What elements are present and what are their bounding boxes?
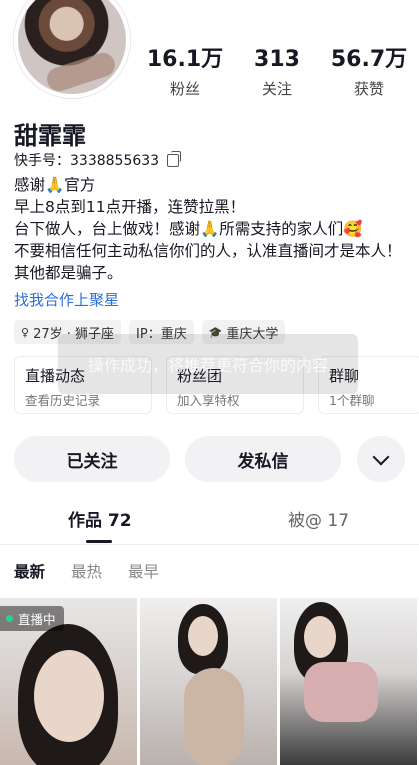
content-tabs: 作品 72 被@ 17 [0,506,419,543]
thumb-body [304,662,378,722]
profile-stats: 16.1万 粉丝 313 关注 56.7万 获赞 [140,46,414,99]
stat-likes-value: 56.7万 [330,47,408,72]
stat-following[interactable]: 313 关注 [232,46,322,99]
stat-fans-label: 粉丝 [169,80,200,98]
bio-line: 感谢🙏官方 [14,176,96,194]
thumb-face [304,616,336,658]
divider [0,544,419,545]
live-badge-label: 直播中 [18,612,56,627]
live-badge: 直播中 [0,606,64,631]
profile-id: 快手号：3338855633 [14,153,160,169]
stat-likes-label: 获赞 [353,80,384,98]
tab-mentions[interactable]: 被@ 17 [288,506,349,531]
sort-hottest[interactable]: 最热 [71,560,102,582]
more-button[interactable] [357,436,405,482]
bio-line: 早上8点到11点开播，连赞拉黑！ [14,198,246,216]
profile-actions: 已关注 发私信 [14,436,406,482]
cooperation-link[interactable]: 找我合作上聚星 [14,289,119,310]
stat-following-value: 313 [254,47,300,72]
profile-name: 甜霏霏 [14,122,86,150]
stat-likes[interactable]: 56.7万 获赞 [324,46,414,99]
stat-fans[interactable]: 16.1万 粉丝 [140,46,230,99]
tab-works[interactable]: 作品 72 [68,506,132,531]
stat-following-label: 关注 [261,80,292,98]
thumb-face [188,616,218,656]
followed-button[interactable]: 已关注 [14,436,170,482]
thumb-face [34,650,104,742]
female-icon: ♀ [21,325,30,339]
sort-earliest[interactable]: 最早 [128,560,159,582]
video-thumbnail[interactable] [280,598,417,765]
sort-options: 最新 最热 最早 [14,560,159,582]
thumb-body [184,668,244,765]
copy-icon[interactable] [167,150,182,167]
bio-line: 不要相信任何主动私信你们的人，认准直播间才是本人！其他都是骗子。 [14,242,402,282]
sort-latest[interactable]: 最新 [14,560,45,582]
chevron-down-icon [372,448,390,465]
video-thumbnail[interactable]: 直播中 [0,598,137,765]
profile-bio: 感谢🙏官方 早上8点到11点开播，连赞拉黑！ 台下做人，台上做戏！感谢🙏所需支持… [14,174,409,284]
tab-active-indicator [86,540,112,543]
video-grid: 直播中 [0,598,419,765]
video-thumbnail[interactable] [140,598,277,765]
bio-line: 台下做人，台上做戏！感谢🙏所需支持的家人们🥰 [14,220,363,238]
live-dot-icon [6,615,13,622]
profile-id-row: 快手号：3338855633 [14,150,182,170]
send-message-button[interactable]: 发私信 [185,436,341,482]
toast-message: 操作成功，将推荐更符合你的内容 [58,334,358,394]
stat-fans-value: 16.1万 [146,47,224,72]
